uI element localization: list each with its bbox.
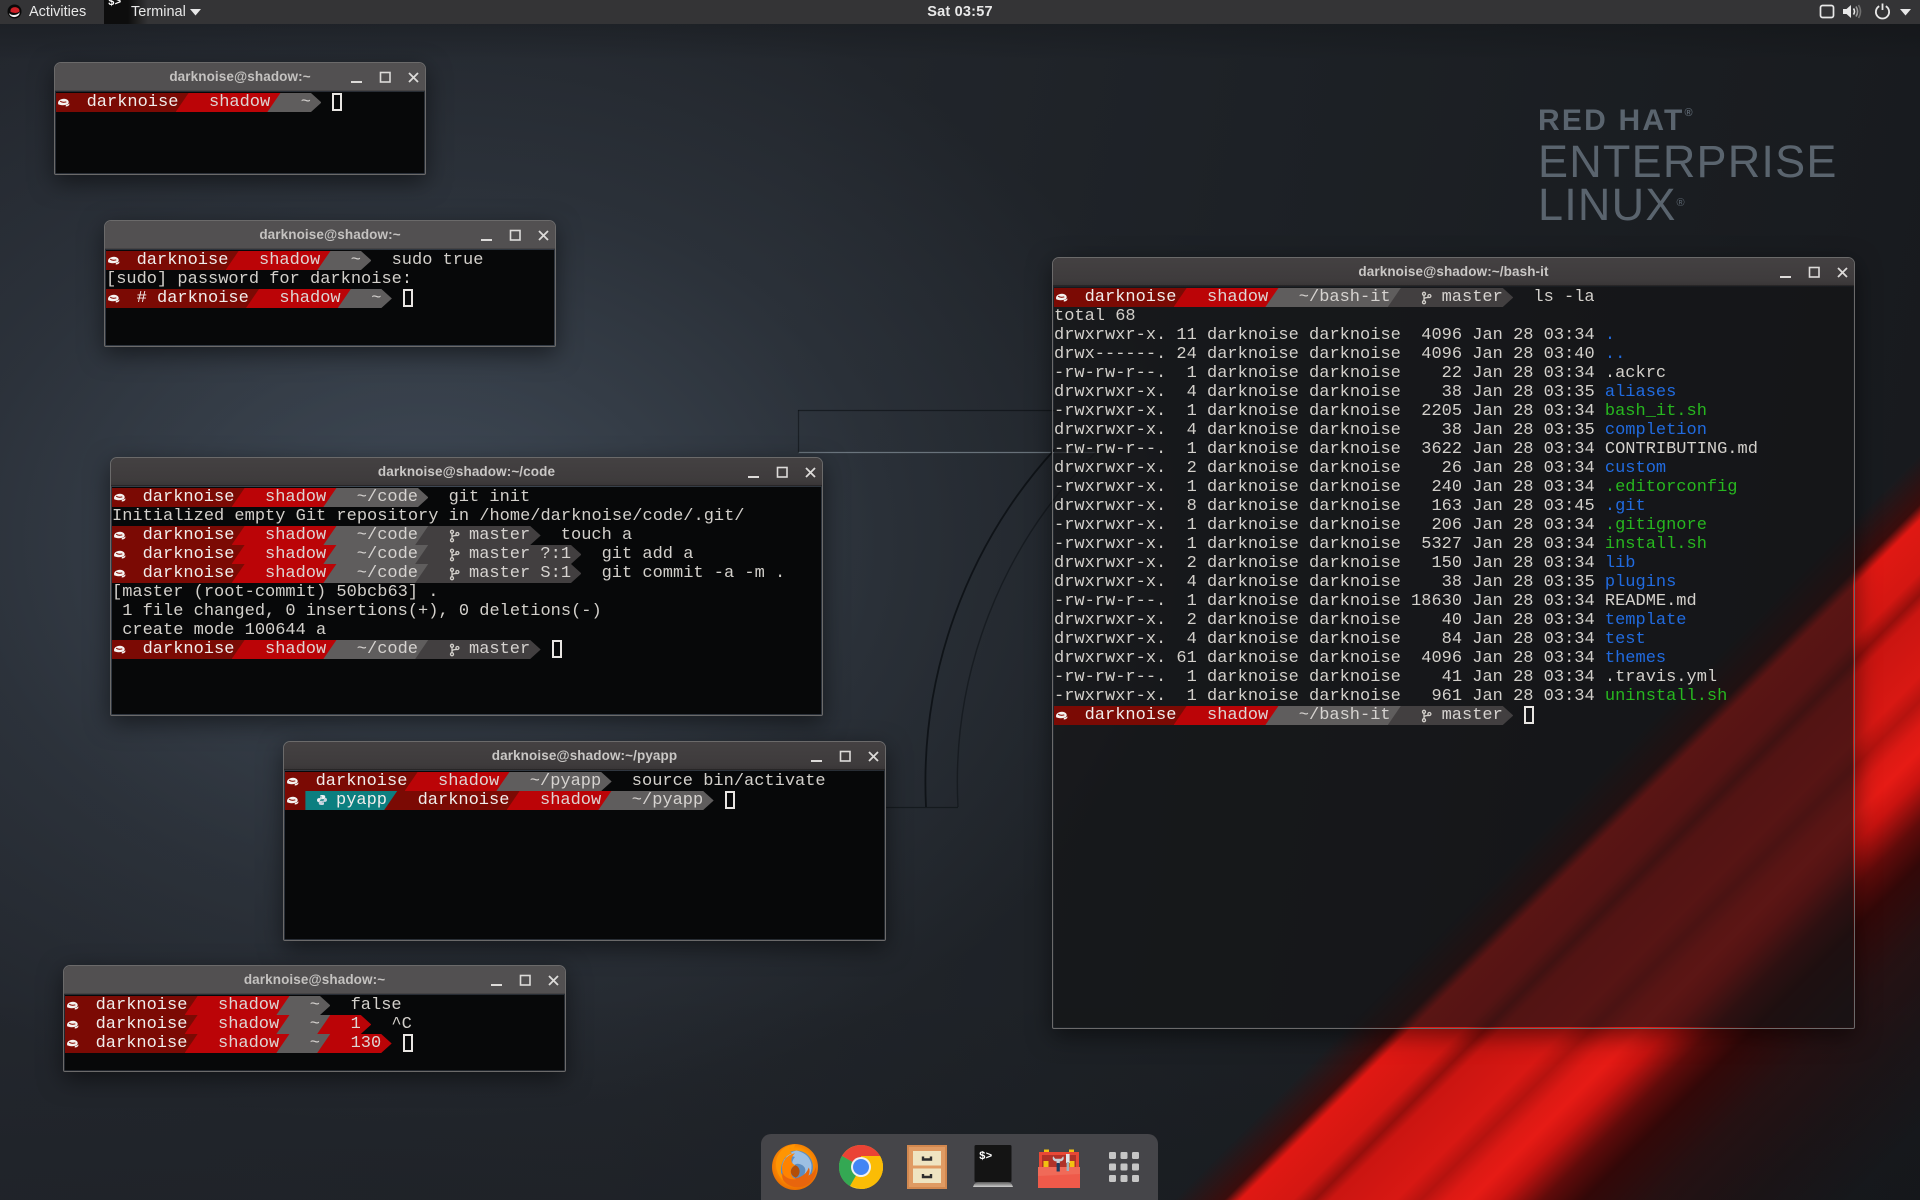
svg-text:$>: $> [979, 1151, 993, 1163]
